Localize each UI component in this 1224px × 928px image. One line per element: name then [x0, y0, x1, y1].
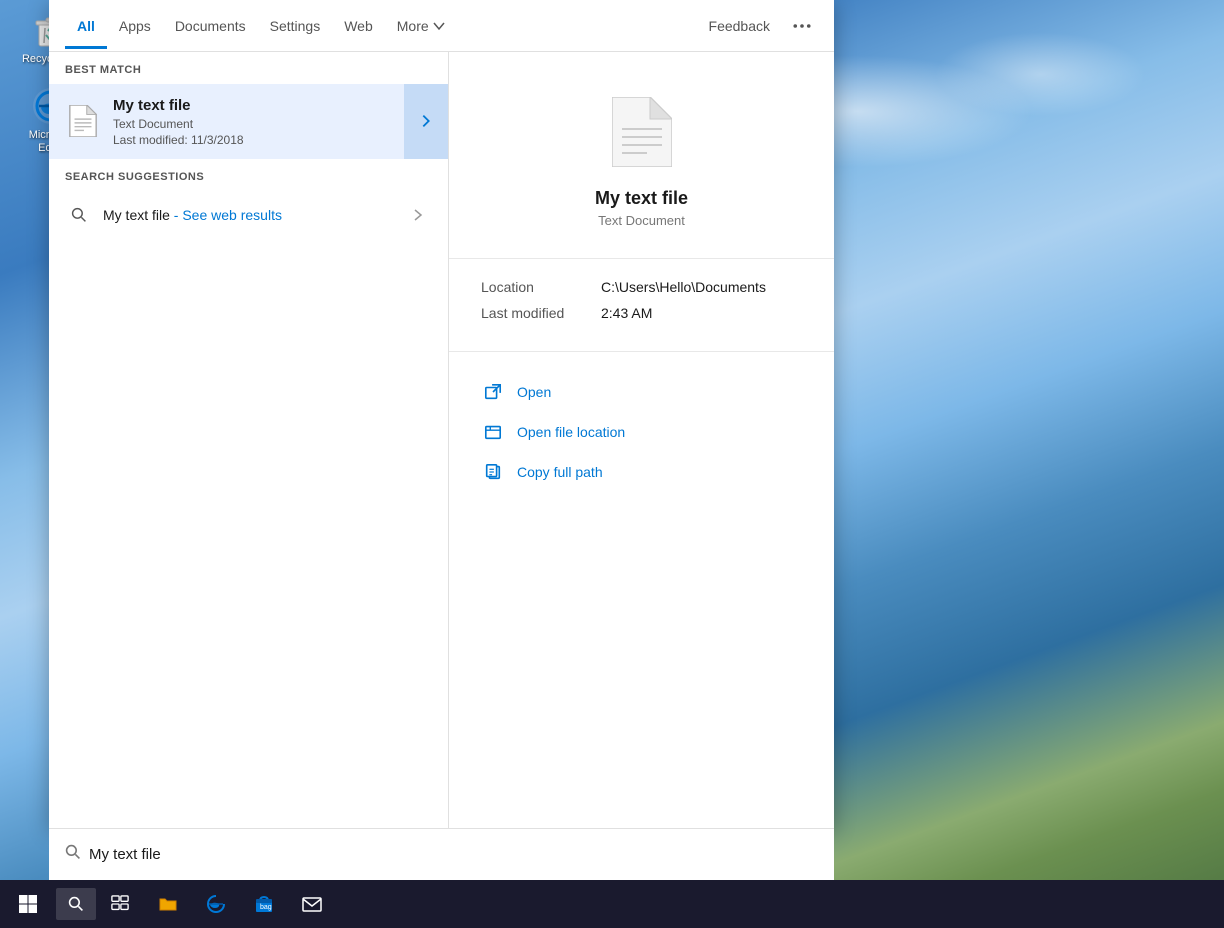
- best-match-title: My text file: [113, 96, 432, 116]
- best-match-label: Best match: [49, 52, 448, 84]
- search-suggestion-icon: [65, 201, 93, 229]
- mail-button[interactable]: [288, 880, 336, 928]
- tab-all[interactable]: All: [65, 4, 107, 48]
- file-explorer-button[interactable]: [144, 880, 192, 928]
- open-icon: [481, 380, 505, 404]
- search-suggestion-item[interactable]: My text file - See web results: [49, 191, 448, 239]
- best-match-info: My text file Text Document Last modified…: [113, 96, 432, 147]
- best-match-subtitle: Text Document: [113, 117, 432, 131]
- best-match-date: Last modified: 11/3/2018: [113, 133, 432, 147]
- taskbar-search[interactable]: [56, 888, 96, 920]
- tab-more[interactable]: More: [385, 4, 457, 48]
- last-modified-row: Last modified 2:43 AM: [481, 305, 802, 321]
- best-match-arrow[interactable]: [404, 84, 448, 159]
- search-suggestions-label: Search suggestions: [49, 159, 448, 191]
- more-options-button[interactable]: [786, 10, 818, 42]
- copy-full-path-icon: [481, 460, 505, 484]
- best-match-item[interactable]: My text file Text Document Last modified…: [49, 84, 448, 159]
- file-icon-large: [607, 92, 677, 172]
- detail-file-name: My text file: [595, 188, 688, 209]
- search-box-icon: [65, 844, 81, 865]
- edge-taskbar-button[interactable]: [192, 880, 240, 928]
- search-box-area: [49, 828, 834, 880]
- best-match-file-icon: [65, 103, 101, 139]
- taskbar: bag: [0, 880, 1224, 928]
- svg-text:bag: bag: [260, 904, 272, 911]
- file-preview: My text file Text Document: [449, 52, 834, 259]
- tabs-right: Feedback: [697, 10, 818, 42]
- right-panel: My text file Text Document Location C:\U…: [449, 52, 834, 828]
- tab-documents[interactable]: Documents: [163, 4, 258, 48]
- feedback-button[interactable]: Feedback: [697, 10, 782, 42]
- open-file-location-label: Open file location: [517, 424, 625, 440]
- detail-file-type: Text Document: [598, 213, 685, 228]
- tab-apps[interactable]: Apps: [107, 4, 163, 48]
- start-button[interactable]: [4, 880, 52, 928]
- search-main-content: Best match My text file Text Documen: [49, 52, 834, 828]
- store-button[interactable]: bag: [240, 880, 288, 928]
- search-tabs: All Apps Documents Settings Web More Fee…: [49, 0, 834, 52]
- last-modified-value: 2:43 AM: [601, 305, 652, 321]
- task-view-button[interactable]: [96, 880, 144, 928]
- open-file-location-action[interactable]: Open file location: [481, 412, 802, 452]
- open-label: Open: [517, 384, 551, 400]
- last-modified-label: Last modified: [481, 305, 601, 321]
- file-actions: Open Open file location: [449, 352, 834, 512]
- left-panel: Best match My text file Text Documen: [49, 52, 449, 828]
- search-input[interactable]: [89, 846, 818, 863]
- suggestion-arrow[interactable]: [404, 201, 432, 229]
- copy-full-path-label: Copy full path: [517, 464, 603, 480]
- location-value: C:\Users\Hello\Documents: [601, 279, 766, 295]
- file-metadata: Location C:\Users\Hello\Documents Last m…: [449, 259, 834, 352]
- copy-full-path-action[interactable]: Copy full path: [481, 452, 802, 492]
- location-row: Location C:\Users\Hello\Documents: [481, 279, 802, 295]
- location-label: Location: [481, 279, 601, 295]
- search-panel: All Apps Documents Settings Web More Fee…: [49, 0, 834, 828]
- open-action[interactable]: Open: [481, 372, 802, 412]
- tab-settings[interactable]: Settings: [258, 4, 333, 48]
- suggestion-text: My text file - See web results: [103, 207, 404, 223]
- tab-web[interactable]: Web: [332, 4, 385, 48]
- open-file-location-icon: [481, 420, 505, 444]
